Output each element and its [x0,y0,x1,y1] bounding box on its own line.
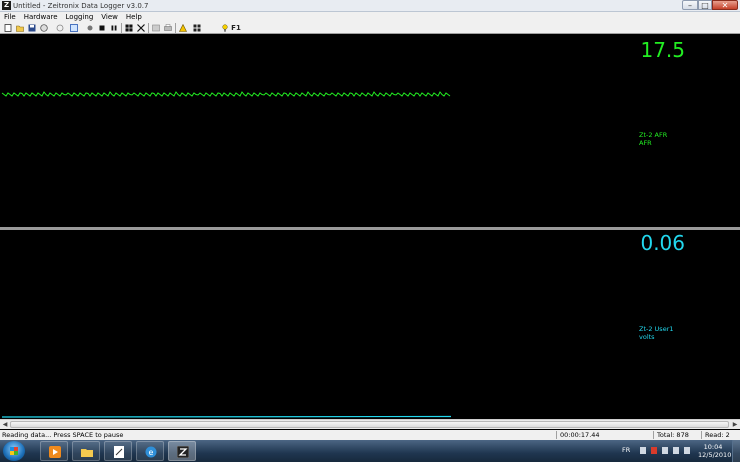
media-player-taskbar-item[interactable] [40,441,68,461]
user1-value: 0.06 [640,231,685,255]
browser-icon: e [145,446,157,458]
expand-icon[interactable] [137,24,145,32]
data-logger-taskbar-item[interactable] [168,441,196,461]
afr-value: 17.5 [640,38,685,62]
user1-graph-panel: 0.06 Zt-2 User1 volts [0,230,740,418]
save-icon[interactable] [28,24,36,32]
maximize-button[interactable]: □ [698,0,712,10]
record-settings-icon[interactable] [40,24,48,32]
menu-file[interactable]: File [0,12,20,22]
status-divider [556,431,557,439]
f1-help-button[interactable]: F1 [231,24,241,32]
start-button[interactable] [3,441,25,461]
afr-series-name: Zt-2 AFR [639,131,668,139]
status-read: Read: 2 [705,431,730,439]
status-bar: Reading data... Press SPACE to pause 00:… [0,430,740,440]
menu-bar: File Hardware Logging View Help [0,12,740,22]
new-file-icon[interactable] [4,24,12,32]
close-button[interactable]: ✕ [712,0,738,10]
user1-series-name: Zt-2 User1 [639,325,674,333]
window-controls: – □ ✕ [682,0,738,10]
windows-taskbar: e FR 10:04 12/5/2010 [0,440,740,462]
toolbar-separator [148,23,149,33]
volume-icon[interactable] [673,447,679,454]
browser-taskbar-item[interactable]: e [136,441,164,461]
title-bar: Z Untitled - Zeitronix Data Logger v3.0.… [0,0,740,12]
toolbar-separator [175,23,176,33]
app-logo-icon: Z [2,1,11,10]
afr-trace [1,91,451,97]
power-icon[interactable] [684,447,690,454]
loop-icon[interactable] [56,24,64,32]
stop-icon[interactable] [98,24,106,32]
menu-hardware[interactable]: Hardware [20,12,62,22]
user1-trace [1,415,452,418]
document-taskbar-item[interactable] [104,441,132,461]
status-total: Total: 878 [657,431,689,439]
open-folder-icon[interactable] [16,24,24,32]
toolbar: F1 [0,22,740,34]
menu-help[interactable]: Help [122,12,146,22]
warning-icon[interactable] [179,23,187,32]
minimize-button[interactable]: – [682,0,698,10]
layout-icon[interactable] [193,24,201,32]
network-icon[interactable] [662,447,668,454]
show-desktop-button[interactable] [732,440,740,462]
svg-text:e: e [149,448,154,457]
system-clock[interactable]: 10:04 12/5/2010 [698,443,732,459]
user1-plot [1,415,452,418]
menu-view[interactable]: View [97,12,122,22]
afr-series-unit: AFR [639,139,652,147]
action-center-icon[interactable] [651,447,657,454]
grid-icon[interactable] [125,24,133,32]
toolbar-separator-2 [206,24,214,32]
pause-icon[interactable] [110,24,118,32]
language-indicator[interactable]: FR [622,446,630,454]
toolbar-separator [121,23,122,33]
help-icon[interactable] [221,24,229,32]
clock-time: 10:04 [703,443,723,451]
user1-series-unit: volts [639,333,655,341]
play-icon [49,446,61,458]
record-icon[interactable] [86,24,94,32]
print-preview-icon[interactable] [152,24,160,32]
folder-icon [81,446,93,458]
scroll-thumb[interactable] [10,421,729,428]
status-message: Reading data... Press SPACE to pause [2,431,124,439]
status-divider [653,431,654,439]
explorer-taskbar-item[interactable] [72,441,100,461]
zeitronix-icon [176,445,190,459]
afr-graph-panel: 17.5 Zt-2 AFR AFR [0,36,740,227]
window-icon[interactable] [70,24,78,32]
scroll-left-icon[interactable]: ◀ [0,420,10,429]
status-divider [701,431,702,439]
scroll-right-icon[interactable]: ▶ [730,420,740,429]
menu-logging[interactable]: Logging [62,12,98,22]
document-icon [113,446,125,458]
afr-plot [1,91,451,97]
status-elapsed-time: 00:00:17.44 [560,431,600,439]
tray-arrow-icon[interactable] [640,447,646,454]
clock-date: 12/5/2010 [698,451,732,459]
print-icon[interactable] [164,24,172,32]
app-window: Z Untitled - Zeitronix Data Logger v3.0.… [0,0,740,462]
window-title: Untitled - Zeitronix Data Logger v3.0.7 [13,2,149,10]
horizontal-scrollbar[interactable]: ◀ ▶ [0,419,740,429]
